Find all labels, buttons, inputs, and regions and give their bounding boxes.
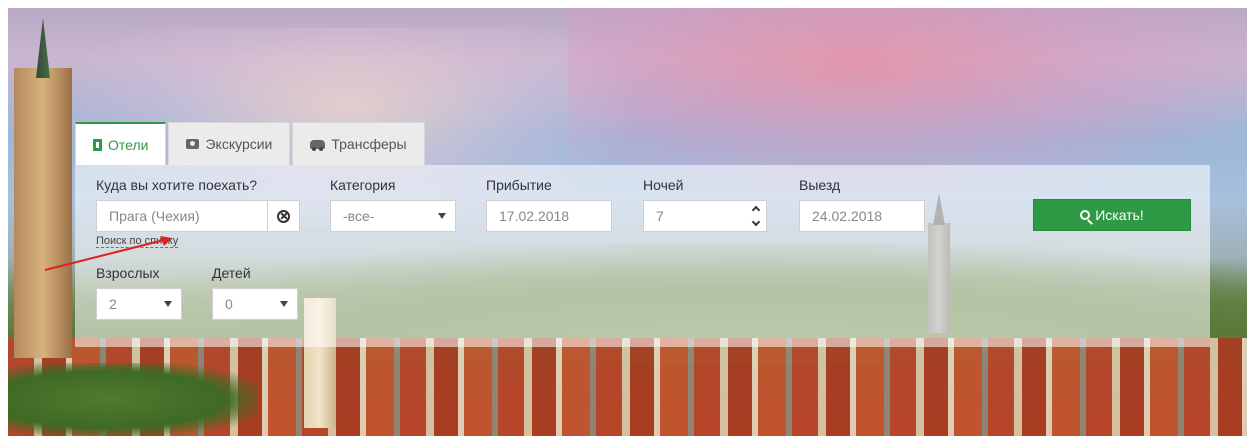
annotation-arrow [44,236,172,271]
arrow-line [44,238,169,271]
